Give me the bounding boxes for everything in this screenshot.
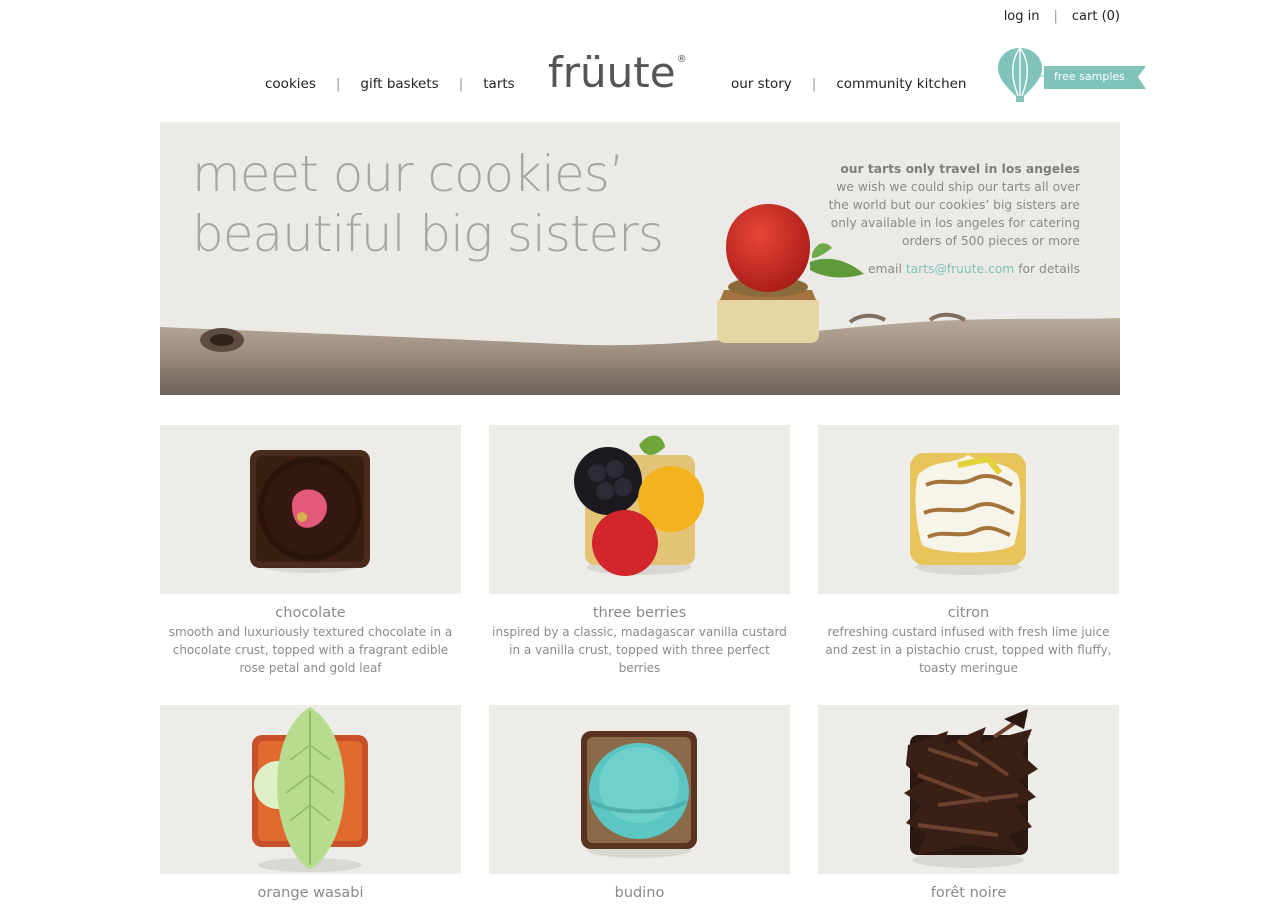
product-image[interactable] [160, 705, 461, 874]
main-nav-right: our story | community kitchen [731, 76, 966, 92]
orange-wasabi-tart-image [252, 707, 368, 872]
product-card-three-berries[interactable]: three berries inspired by a classic, mad… [489, 425, 790, 677]
product-card-budino[interactable]: budino [489, 705, 790, 901]
product-image[interactable] [489, 425, 790, 594]
hero-info-heading: our tarts only travel in los angeles [840, 162, 1080, 176]
product-description: inspired by a classic, madagascar vanill… [492, 625, 787, 675]
nav-our-story[interactable]: our story [731, 76, 792, 92]
email-prefix: email [867, 262, 902, 276]
cart-link[interactable]: cart (0) [1072, 9, 1120, 24]
product-image[interactable] [489, 705, 790, 874]
hero-info-line4: orders of 500 pieces or more [901, 234, 1080, 248]
nav-cookies[interactable]: cookies [265, 76, 316, 92]
hero-info-line3: only available in los angeles for cateri… [830, 216, 1080, 230]
foret-noire-tart-image [904, 709, 1038, 868]
product-description: refreshing custard infused with fresh li… [825, 625, 1112, 675]
hero-email-line: email tarts@fruute.com for details [820, 260, 1080, 278]
product-description: smooth and luxuriously textured chocolat… [168, 625, 453, 675]
product-card-citron[interactable]: citron refreshing custard infused with f… [818, 425, 1119, 677]
free-samples-badge[interactable]: free samples [996, 46, 1150, 104]
login-link[interactable]: log in [1004, 9, 1040, 24]
hero-info: our tarts only travel in los angeles we … [820, 160, 1080, 278]
product-name[interactable]: orange wasabi [160, 885, 461, 901]
chocolate-tart-image [250, 450, 370, 573]
nav-community-kitchen[interactable]: community kitchen [836, 76, 966, 92]
hero-banner: meet our cookies’ beautiful big sisters … [160, 122, 1120, 395]
product-card-foret-noire[interactable]: forêt noire [818, 705, 1119, 901]
divider: | [811, 76, 817, 92]
main-nav-left: cookies | gift baskets | tarts [265, 76, 515, 92]
divider: | [458, 76, 464, 92]
hero-title-line2: beautiful big sisters [192, 205, 664, 263]
hero-title-line1: meet our cookies’ [192, 145, 625, 203]
product-image[interactable] [160, 425, 461, 594]
product-name[interactable]: three berries [489, 605, 790, 621]
email-suffix: for details [1018, 262, 1080, 276]
hero-info-line1: we wish we could ship our tarts all over [836, 180, 1080, 194]
citron-tart-image [910, 453, 1026, 575]
three-berries-tart-image [574, 435, 704, 576]
logo-text: früute [548, 48, 676, 97]
product-name[interactable]: forêt noire [818, 885, 1119, 901]
nav-tarts[interactable]: tarts [483, 76, 514, 92]
site-logo[interactable]: früute® [548, 48, 687, 97]
budino-tart-image [581, 731, 697, 858]
product-name[interactable]: chocolate [160, 605, 461, 621]
product-card-orange-wasabi[interactable]: orange wasabi [160, 705, 461, 901]
email-link[interactable]: tarts@fruute.com [906, 262, 1014, 276]
registered-mark: ® [676, 54, 687, 65]
free-samples-label: free samples [1054, 70, 1125, 83]
hero-title: meet our cookies’ beautiful big sisters [192, 144, 664, 264]
product-image[interactable] [818, 705, 1119, 874]
divider: | [335, 76, 341, 92]
nav-gift-baskets[interactable]: gift baskets [360, 76, 438, 92]
product-name[interactable]: citron [818, 605, 1119, 621]
product-image[interactable] [818, 425, 1119, 594]
divider: | [1053, 9, 1058, 24]
product-card-chocolate[interactable]: chocolate smooth and luxuriously texture… [160, 425, 461, 677]
product-name[interactable]: budino [489, 885, 790, 901]
utility-links: log in | cart (0) [1004, 9, 1120, 24]
hero-info-line2: the world but our cookies’ big sisters a… [828, 198, 1080, 212]
